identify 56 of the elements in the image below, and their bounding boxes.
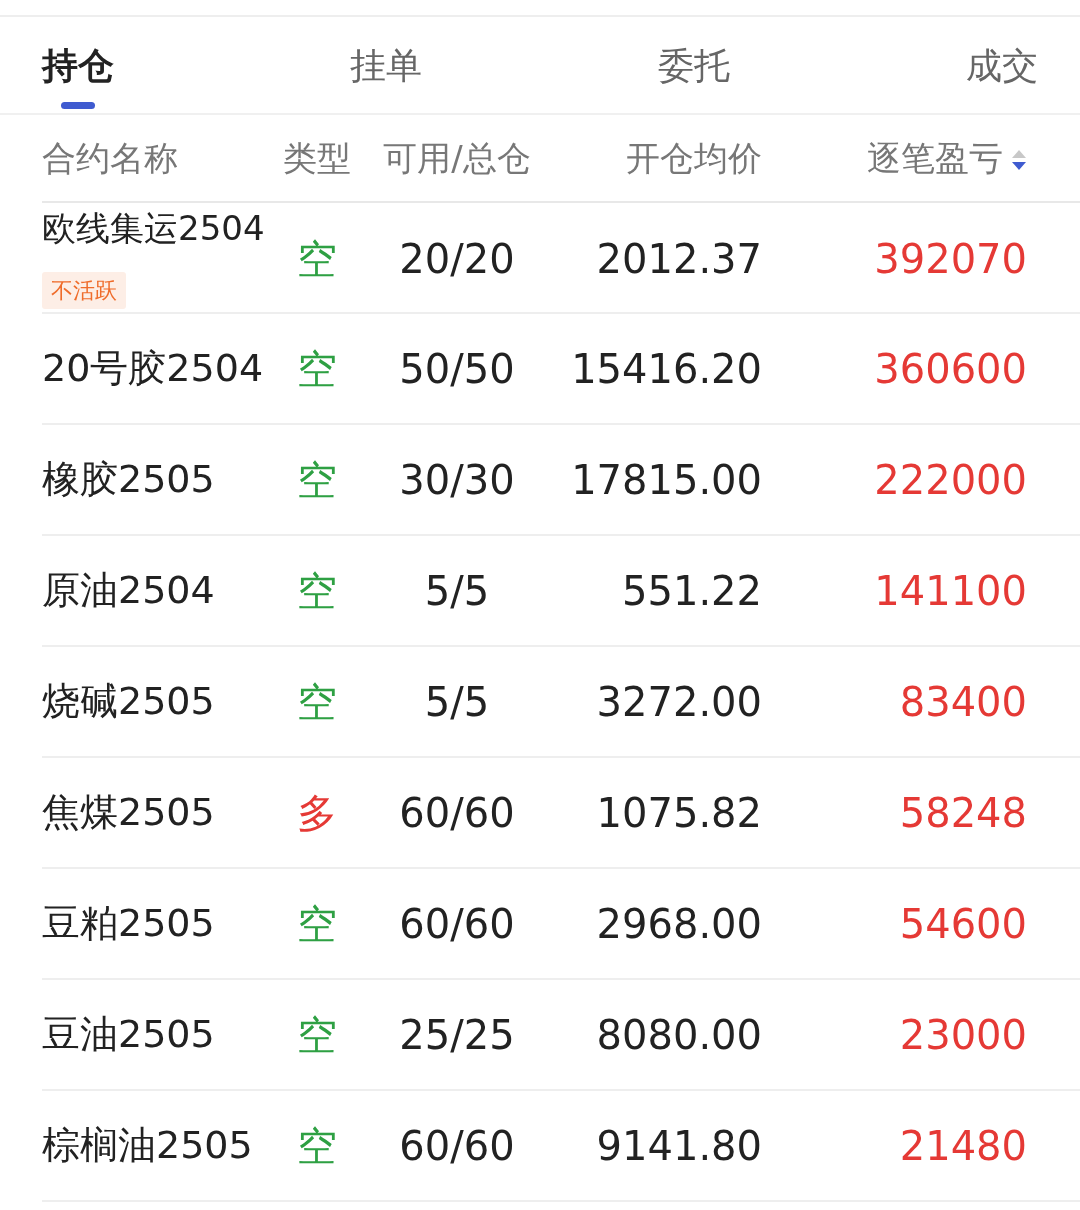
- quantity: 20/20: [399, 235, 515, 282]
- position-type: 空: [297, 456, 337, 503]
- profit-loss: 392070: [874, 235, 1027, 282]
- open-price: 2968.00: [596, 900, 762, 947]
- quantity: 50/50: [399, 345, 515, 392]
- quantity: 5/5: [424, 678, 490, 725]
- quantity: 30/30: [399, 456, 515, 503]
- position-type: 空: [297, 567, 337, 614]
- profit-loss: 222000: [874, 456, 1027, 503]
- column-header[interactable]: 类型: [283, 137, 351, 178]
- position-type: 空: [297, 1011, 337, 1058]
- open-price: 1075.82: [596, 789, 762, 836]
- profit-loss: 360600: [874, 345, 1027, 392]
- open-price: 15416.20: [571, 345, 762, 392]
- open-price: 551.22: [622, 567, 762, 614]
- contract-name: 烧碱2505: [42, 678, 216, 725]
- status-tag: 不活跃: [42, 272, 126, 309]
- position-type: 空: [297, 345, 337, 392]
- position-type: 空: [297, 900, 337, 947]
- contract-name: 20号胶2504: [42, 345, 265, 392]
- column-header[interactable]: 逐笔盈亏: [867, 137, 1003, 178]
- contract-name: 欧线集运2504: [42, 207, 266, 250]
- profit-loss: 141100: [874, 567, 1027, 614]
- profit-loss: 83400: [899, 678, 1027, 725]
- profit-loss: 58248: [899, 789, 1027, 836]
- position-type: 空: [297, 235, 337, 282]
- contract-name: 豆油2505: [42, 1011, 216, 1058]
- contract-name: 橡胶2505: [42, 456, 216, 503]
- tab[interactable]: 持仓: [42, 17, 114, 115]
- tab[interactable]: 委托: [658, 17, 730, 115]
- position-type: 空: [297, 678, 337, 725]
- open-price: 3272.00: [596, 678, 762, 725]
- quantity: 60/60: [399, 789, 515, 836]
- contract-name: 豆粕2505: [42, 900, 216, 947]
- position-type: 多: [297, 789, 337, 836]
- position-type: 空: [297, 1122, 337, 1169]
- contract-name: 焦煤2505: [42, 789, 216, 836]
- column-header[interactable]: 可用/总仓: [383, 137, 531, 178]
- contract-name: 棕榈油2505: [42, 1122, 254, 1169]
- column-header[interactable]: 开仓均价: [626, 137, 762, 178]
- open-price: 9141.80: [596, 1122, 762, 1169]
- tab[interactable]: 成交: [966, 17, 1038, 115]
- profit-loss: 23000: [899, 1011, 1027, 1058]
- quantity: 60/60: [399, 1122, 515, 1169]
- quantity: 60/60: [399, 900, 515, 947]
- column-header[interactable]: 合约名称: [42, 137, 178, 178]
- profit-loss: 21480: [899, 1122, 1027, 1169]
- quantity: 5/5: [424, 567, 490, 614]
- contract-name: 原油2504: [42, 567, 216, 614]
- open-price: 2012.37: [596, 235, 762, 282]
- sort-icon[interactable]: [1011, 148, 1027, 172]
- profit-loss: 54600: [899, 900, 1027, 947]
- open-price: 17815.00: [571, 456, 762, 503]
- tab[interactable]: 挂单: [350, 17, 422, 115]
- quantity: 25/25: [399, 1011, 515, 1058]
- open-price: 8080.00: [596, 1011, 762, 1058]
